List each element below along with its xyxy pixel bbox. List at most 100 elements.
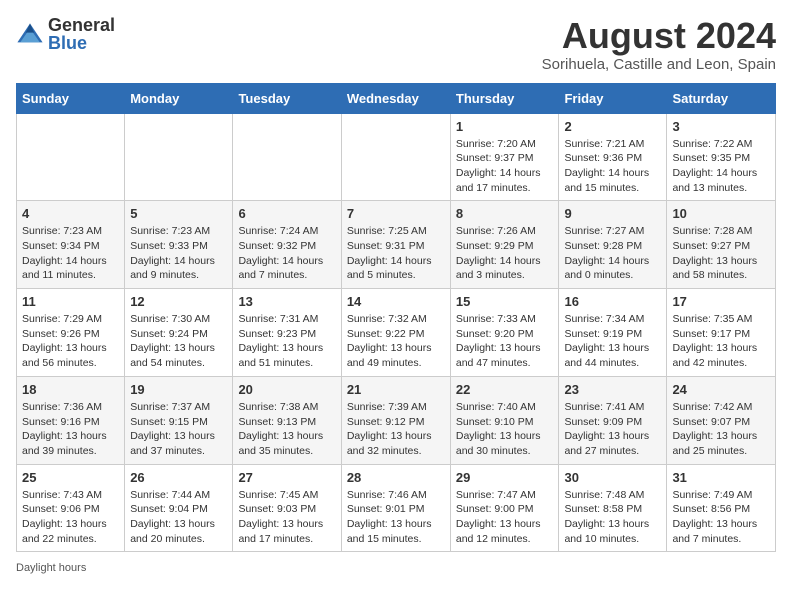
day-number: 7 (347, 206, 445, 221)
day-number: 2 (564, 119, 661, 134)
day-info: Sunrise: 7:34 AM Sunset: 9:19 PM Dayligh… (564, 312, 661, 371)
calendar-cell: 5Sunrise: 7:23 AM Sunset: 9:33 PM Daylig… (125, 201, 233, 289)
calendar-cell (233, 113, 341, 201)
day-info: Sunrise: 7:29 AM Sunset: 9:26 PM Dayligh… (22, 312, 119, 371)
day-info: Sunrise: 7:26 AM Sunset: 9:29 PM Dayligh… (456, 224, 554, 283)
calendar-cell: 1 Sunrise: 7:20 AM Sunset: 9:37 PM Daylig… (450, 113, 559, 201)
calendar-cell: 4 Sunrise: 7:23 AM Sunset: 9:34 PM Daylig… (17, 201, 125, 289)
day-info: Sunrise: 7:22 AM Sunset: 9:35 PM Dayligh… (672, 137, 770, 196)
day-info: Sunrise: 7:21 AM Sunset: 9:36 PM Dayligh… (564, 137, 661, 196)
day-info: Sunrise: 7:23 AM Sunset: 9:34 PM Dayligh… (22, 224, 119, 283)
day-header-saturday: Saturday (667, 83, 776, 113)
subtitle: Sorihuela, Castille and Leon, Spain (542, 56, 776, 73)
day-header-monday: Monday (125, 83, 233, 113)
day-info: Sunrise: 7:20 AM Sunset: 9:37 PM Dayligh… (456, 137, 554, 196)
calendar-cell: 6Sunrise: 7:24 AM Sunset: 9:32 PM Daylig… (233, 201, 341, 289)
day-number: 10 (672, 206, 770, 221)
day-info: Sunrise: 7:27 AM Sunset: 9:28 PM Dayligh… (564, 224, 661, 283)
calendar-cell: 14 Sunrise: 7:32 AM Sunset: 9:22 PM Dayli… (341, 289, 450, 377)
calendar-body: 1 Sunrise: 7:20 AM Sunset: 9:37 PM Daylig… (17, 113, 776, 552)
day-info: Sunrise: 7:43 AM Sunset: 9:06 PM Dayligh… (22, 488, 119, 547)
day-info: Sunrise: 7:33 AM Sunset: 9:20 PM Dayligh… (456, 312, 554, 371)
calendar-cell: 15 Sunrise: 7:33 AM Sunset: 9:20 PM Dayli… (450, 289, 559, 377)
week-row-1: 1 Sunrise: 7:20 AM Sunset: 9:37 PM Daylig… (17, 113, 776, 201)
day-number: 13 (238, 294, 335, 309)
calendar-cell: 18Sunrise: 7:36 AM Sunset: 9:16 PM Dayli… (17, 376, 125, 464)
day-number: 21 (347, 382, 445, 397)
day-info: Sunrise: 7:25 AM Sunset: 9:31 PM Dayligh… (347, 224, 445, 283)
calendar-cell: 16Sunrise: 7:34 AM Sunset: 9:19 PM Dayli… (559, 289, 667, 377)
calendar-cell: 17Sunrise: 7:35 AM Sunset: 9:17 PM Dayli… (667, 289, 776, 377)
day-number: 24 (672, 382, 770, 397)
day-info: Sunrise: 7:35 AM Sunset: 9:17 PM Dayligh… (672, 312, 770, 371)
calendar-cell: 3 Sunrise: 7:22 AM Sunset: 9:35 PM Daylig… (667, 113, 776, 201)
day-info: Sunrise: 7:32 AM Sunset: 9:22 PM Dayligh… (347, 312, 445, 371)
day-number: 14 (347, 294, 445, 309)
day-number: 8 (456, 206, 554, 221)
day-number: 19 (130, 382, 227, 397)
calendar-cell: 25 Sunrise: 7:43 AM Sunset: 9:06 PM Dayli… (17, 464, 125, 552)
day-number: 31 (672, 470, 770, 485)
day-info: Sunrise: 7:49 AM Sunset: 8:56 PM Dayligh… (672, 488, 770, 547)
day-number: 23 (564, 382, 661, 397)
calendar-cell: 21Sunrise: 7:39 AM Sunset: 9:12 PM Dayli… (341, 376, 450, 464)
logo-icon (16, 20, 44, 48)
week-row-2: 4 Sunrise: 7:23 AM Sunset: 9:34 PM Daylig… (17, 201, 776, 289)
day-info: Sunrise: 7:23 AM Sunset: 9:33 PM Dayligh… (130, 224, 227, 283)
calendar-cell: 19Sunrise: 7:37 AM Sunset: 9:15 PM Dayli… (125, 376, 233, 464)
calendar-cell (125, 113, 233, 201)
calendar-cell: 2 Sunrise: 7:21 AM Sunset: 9:36 PM Daylig… (559, 113, 667, 201)
calendar-cell (17, 113, 125, 201)
day-header-sunday: Sunday (17, 83, 125, 113)
day-number: 29 (456, 470, 554, 485)
day-number: 3 (672, 119, 770, 134)
day-number: 1 (456, 119, 554, 134)
calendar-table: SundayMondayTuesdayWednesdayThursdayFrid… (16, 83, 776, 553)
day-info: Sunrise: 7:48 AM Sunset: 8:58 PM Dayligh… (564, 488, 661, 547)
calendar-cell: 26Sunrise: 7:44 AM Sunset: 9:04 PM Dayli… (125, 464, 233, 552)
week-row-4: 18Sunrise: 7:36 AM Sunset: 9:16 PM Dayli… (17, 376, 776, 464)
calendar-cell: 7 Sunrise: 7:25 AM Sunset: 9:31 PM Daylig… (341, 201, 450, 289)
title-block: August 2024 Sorihuela, Castille and Leon… (542, 16, 776, 73)
daylight-hours-label: Daylight hours (16, 562, 86, 574)
day-number: 22 (456, 382, 554, 397)
day-number: 20 (238, 382, 335, 397)
day-header-tuesday: Tuesday (233, 83, 341, 113)
day-info: Sunrise: 7:38 AM Sunset: 9:13 PM Dayligh… (238, 400, 335, 459)
day-info: Sunrise: 7:30 AM Sunset: 9:24 PM Dayligh… (130, 312, 227, 371)
calendar-cell: 10Sunrise: 7:28 AM Sunset: 9:27 PM Dayli… (667, 201, 776, 289)
calendar-cell: 22 Sunrise: 7:40 AM Sunset: 9:10 PM Dayli… (450, 376, 559, 464)
calendar-cell: 27Sunrise: 7:45 AM Sunset: 9:03 PM Dayli… (233, 464, 341, 552)
day-info: Sunrise: 7:45 AM Sunset: 9:03 PM Dayligh… (238, 488, 335, 547)
days-of-week-row: SundayMondayTuesdayWednesdayThursdayFrid… (17, 83, 776, 113)
daylight-hours-item: Daylight hours (16, 562, 86, 574)
day-info: Sunrise: 7:40 AM Sunset: 9:10 PM Dayligh… (456, 400, 554, 459)
day-number: 18 (22, 382, 119, 397)
calendar-cell: 9Sunrise: 7:27 AM Sunset: 9:28 PM Daylig… (559, 201, 667, 289)
day-info: Sunrise: 7:24 AM Sunset: 9:32 PM Dayligh… (238, 224, 335, 283)
day-number: 12 (130, 294, 227, 309)
calendar-cell: 13 Sunrise: 7:31 AM Sunset: 9:23 PM Dayli… (233, 289, 341, 377)
calendar-cell: 12 Sunrise: 7:30 AM Sunset: 9:24 PM Dayli… (125, 289, 233, 377)
calendar-cell: 20 Sunrise: 7:38 AM Sunset: 9:13 PM Dayli… (233, 376, 341, 464)
calendar-cell: 30 Sunrise: 7:48 AM Sunset: 8:58 PM Dayli… (559, 464, 667, 552)
logo-general-text: General (48, 16, 115, 34)
day-number: 26 (130, 470, 227, 485)
day-header-thursday: Thursday (450, 83, 559, 113)
day-number: 25 (22, 470, 119, 485)
day-header-wednesday: Wednesday (341, 83, 450, 113)
calendar-cell: 8 Sunrise: 7:26 AM Sunset: 9:29 PM Daylig… (450, 201, 559, 289)
day-number: 11 (22, 294, 119, 309)
day-info: Sunrise: 7:31 AM Sunset: 9:23 PM Dayligh… (238, 312, 335, 371)
calendar-cell: 29Sunrise: 7:47 AM Sunset: 9:00 PM Dayli… (450, 464, 559, 552)
calendar-cell: 28 Sunrise: 7:46 AM Sunset: 9:01 PM Dayli… (341, 464, 450, 552)
calendar-cell: 24 Sunrise: 7:42 AM Sunset: 9:07 PM Dayli… (667, 376, 776, 464)
week-row-5: 25 Sunrise: 7:43 AM Sunset: 9:06 PM Dayli… (17, 464, 776, 552)
day-number: 4 (22, 206, 119, 221)
day-number: 28 (347, 470, 445, 485)
day-info: Sunrise: 7:46 AM Sunset: 9:01 PM Dayligh… (347, 488, 445, 547)
day-info: Sunrise: 7:42 AM Sunset: 9:07 PM Dayligh… (672, 400, 770, 459)
day-number: 15 (456, 294, 554, 309)
day-number: 30 (564, 470, 661, 485)
day-header-friday: Friday (559, 83, 667, 113)
